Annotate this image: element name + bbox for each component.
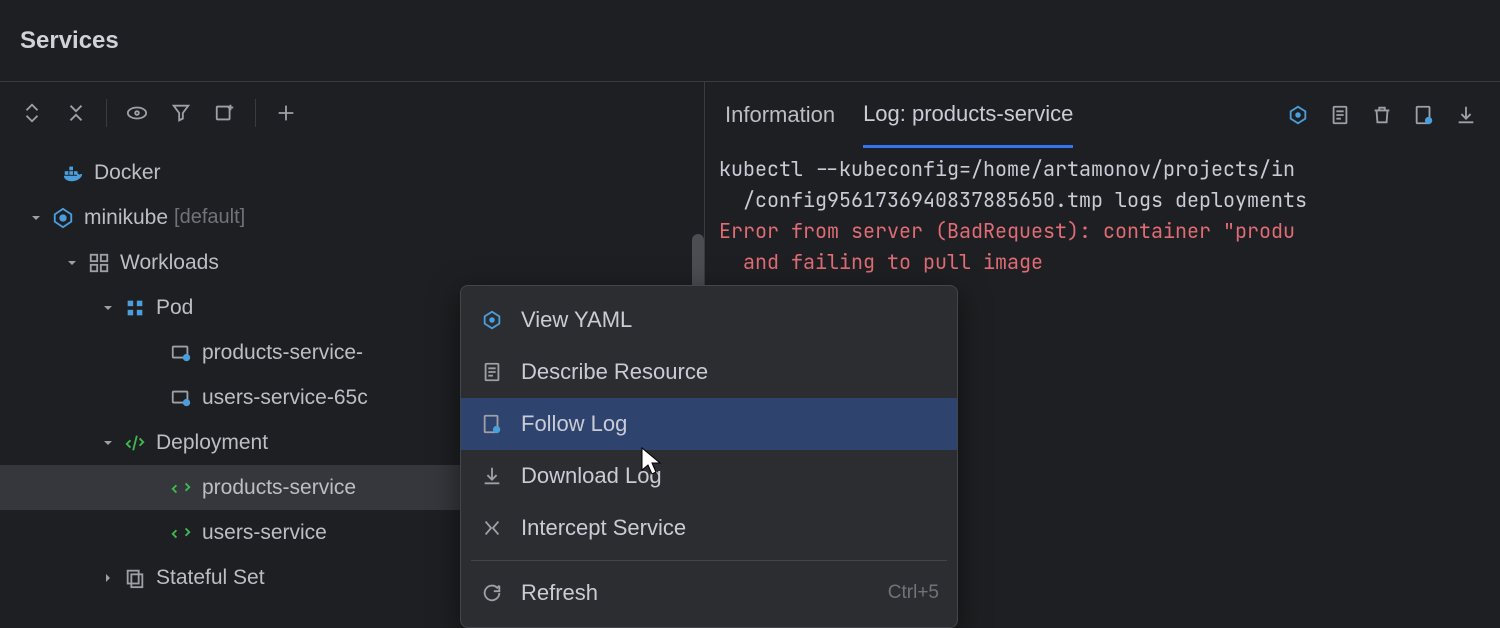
- deployment-icon: [122, 430, 148, 456]
- tree-label: products-service: [202, 476, 356, 500]
- filter-button[interactable]: [161, 93, 201, 133]
- tree-label: users-service-65c: [202, 386, 368, 410]
- log-line: /config9561736940837885650.tmp logs depl…: [719, 187, 1307, 213]
- menu-label: View YAML: [521, 307, 632, 333]
- menu-label: Refresh: [521, 580, 598, 606]
- tree-node-minikube[interactable]: minikube [default]: [0, 195, 704, 240]
- chevron-down-icon[interactable]: [26, 208, 46, 228]
- menu-view-yaml[interactable]: View YAML: [461, 294, 957, 346]
- menu-label: Download Log: [521, 463, 662, 489]
- chevron-down-icon[interactable]: [98, 433, 118, 453]
- workloads-icon: [86, 250, 112, 276]
- menu-shortcut: Ctrl+5: [888, 582, 939, 604]
- tree-label: Pod: [156, 296, 193, 320]
- refresh-icon: [479, 582, 505, 604]
- follow-log-icon: [479, 413, 505, 435]
- tree-label: Deployment: [156, 431, 268, 455]
- describe-action-icon[interactable]: [1326, 101, 1354, 129]
- menu-label: Intercept Service: [521, 515, 686, 541]
- tree-context: [default]: [174, 206, 245, 229]
- resource-icon: [168, 385, 194, 411]
- menu-describe-resource[interactable]: Describe Resource: [461, 346, 957, 398]
- tree-label: Docker: [94, 161, 161, 185]
- deployment-item-icon: [168, 520, 194, 546]
- chevron-down-icon[interactable]: [62, 253, 82, 273]
- tree-label: users-service: [202, 521, 327, 545]
- toolbar-separator: [255, 99, 256, 127]
- tree-label: products-service-: [202, 341, 363, 365]
- document-icon: [479, 361, 505, 383]
- statefulset-icon: [122, 565, 148, 591]
- menu-label: Follow Log: [521, 411, 627, 437]
- download-action-icon[interactable]: [1452, 101, 1480, 129]
- show-button[interactable]: [117, 93, 157, 133]
- toolbar-separator: [106, 99, 107, 127]
- menu-intercept-service[interactable]: Intercept Service: [461, 502, 957, 554]
- expand-all-button[interactable]: [12, 93, 52, 133]
- log-error-line: and failing to pull image: [719, 249, 1043, 275]
- context-menu: View YAML Describe Resource Follow Log D…: [460, 285, 958, 628]
- intercept-icon: [479, 517, 505, 539]
- tree-node-docker[interactable]: Docker: [0, 150, 704, 195]
- tool-window-title: Services: [20, 27, 119, 55]
- follow-log-action-icon[interactable]: [1410, 101, 1438, 129]
- detail-tabs: Information Log: products-service: [705, 82, 1500, 148]
- menu-download-log[interactable]: Download Log: [461, 450, 957, 502]
- left-toolbar: [0, 82, 704, 144]
- delete-action-icon[interactable]: [1368, 101, 1396, 129]
- kubernetes-icon: [50, 205, 76, 231]
- yaml-icon: [479, 309, 505, 331]
- menu-separator: [471, 560, 947, 561]
- tree-node-workloads[interactable]: Workloads: [0, 240, 704, 285]
- tree-label: Workloads: [120, 251, 219, 275]
- docker-icon: [60, 160, 86, 186]
- add-button[interactable]: [266, 93, 306, 133]
- menu-follow-log[interactable]: Follow Log: [461, 398, 957, 450]
- deployment-item-icon: [168, 475, 194, 501]
- tab-information[interactable]: Information: [725, 82, 835, 148]
- collapse-all-button[interactable]: [56, 93, 96, 133]
- chevron-right-icon[interactable]: [98, 568, 118, 588]
- yaml-action-icon[interactable]: [1284, 101, 1312, 129]
- log-error-line: Error from server (BadRequest): containe…: [719, 218, 1295, 244]
- menu-refresh[interactable]: Refresh Ctrl+5: [461, 567, 957, 619]
- log-line: kubectl --kubeconfig=/home/artamonov/pro…: [719, 156, 1295, 182]
- resource-icon: [168, 340, 194, 366]
- download-icon: [479, 465, 505, 487]
- tree-label: minikube: [84, 206, 168, 230]
- chevron-down-icon[interactable]: [98, 298, 118, 318]
- tree-label: Stateful Set: [156, 566, 265, 590]
- menu-label: Describe Resource: [521, 359, 708, 385]
- tab-log[interactable]: Log: products-service: [863, 82, 1073, 148]
- new-view-button[interactable]: [205, 93, 245, 133]
- pod-icon: [122, 295, 148, 321]
